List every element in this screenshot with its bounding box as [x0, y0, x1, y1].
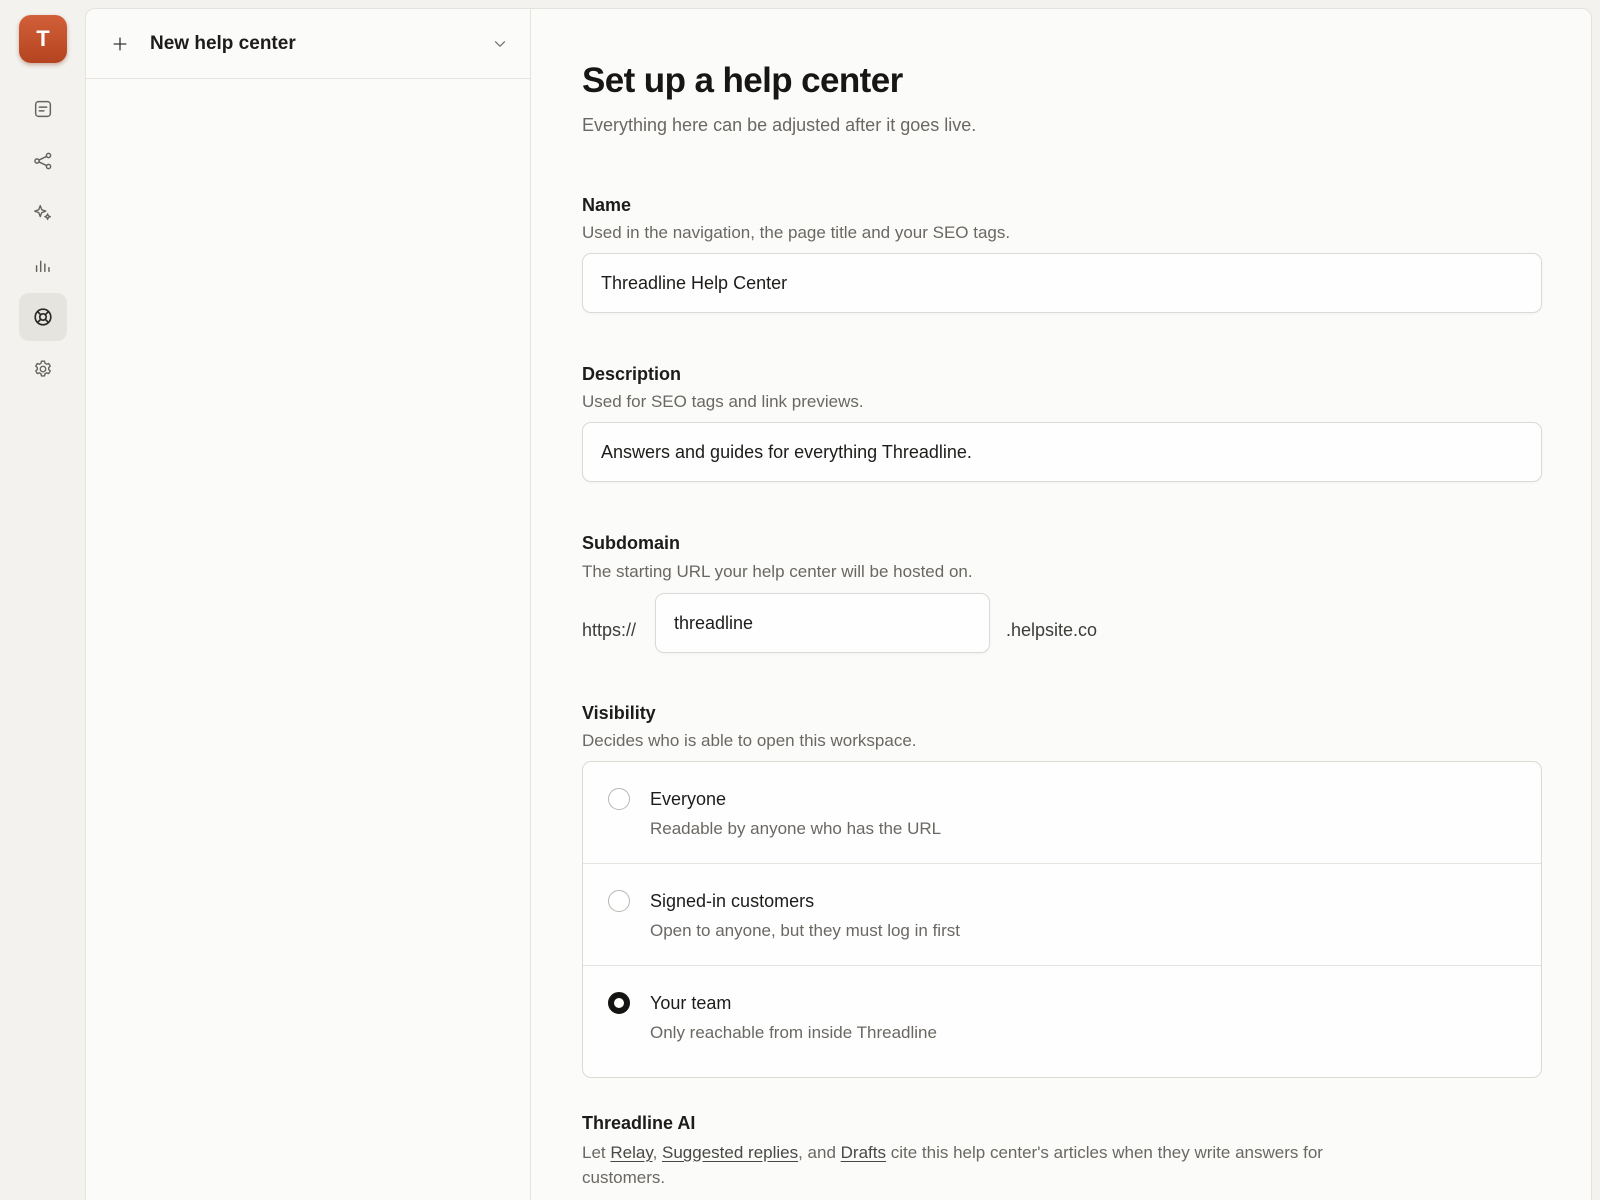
lifebuoy-icon: [34, 308, 52, 326]
document-icon: [34, 100, 52, 118]
subdomain-prefix: https://: [582, 620, 637, 640]
gear-icon: [35, 360, 51, 377]
rail-item-help-center[interactable]: [19, 293, 67, 341]
visibility-label: Visibility: [582, 703, 656, 723]
app-window: T New help center Set up a help center E…: [0, 0, 1600, 1200]
visibility-option-signed-in[interactable]: Signed-in customers Open to anyone, but …: [583, 864, 1541, 966]
rail-item-articles[interactable]: [19, 85, 67, 133]
visibility-radio-everyone[interactable]: [608, 788, 630, 810]
sparkles-icon: [34, 204, 52, 221]
description-label: Description: [582, 364, 682, 384]
visibility-options: Everyone Readable by anyone who has the …: [582, 761, 1542, 1078]
ai-label: Threadline AI: [582, 1113, 696, 1133]
subdomain-field[interactable]: [655, 593, 990, 653]
visibility-hint: Decides who is able to open this workspa…: [582, 731, 917, 750]
relay-link[interactable]: Relay: [610, 1143, 652, 1162]
option-description: Readable by anyone who has the URL: [650, 819, 942, 838]
visibility-radio-signed-in[interactable]: [608, 890, 630, 912]
share-icon: [34, 152, 52, 170]
icon-rail: T: [0, 0, 86, 1200]
name-field[interactable]: [582, 253, 1542, 313]
name-hint: Used in the navigation, the page title a…: [582, 223, 1011, 242]
page-title: Set up a help center: [582, 61, 903, 100]
visibility-radio-your-team[interactable]: [608, 992, 630, 1014]
rail-item-ai[interactable]: [19, 189, 67, 237]
help-center-list-panel: New help center: [85, 8, 531, 1200]
description-field[interactable]: [582, 422, 1542, 482]
ai-text-sep1: ,: [652, 1143, 663, 1162]
chevron-down-icon[interactable]: [491, 35, 509, 53]
plus-icon[interactable]: [110, 34, 130, 54]
option-description: Open to anyone, but they must log in fir…: [650, 921, 960, 940]
option-title: Your team: [650, 993, 732, 1013]
ai-text-sep2: , and: [798, 1143, 841, 1162]
bar-chart-icon: [35, 260, 50, 273]
visibility-option-everyone[interactable]: Everyone Readable by anyone who has the …: [583, 762, 1541, 864]
rail-item-settings[interactable]: [19, 345, 67, 393]
option-description: Only reachable from inside Threadline: [650, 1023, 937, 1042]
name-label: Name: [582, 195, 632, 215]
drafts-link[interactable]: Drafts: [841, 1143, 886, 1162]
visibility-option-your-team[interactable]: Your team Only reachable from inside Thr…: [583, 966, 1541, 1077]
workspace-logo-letter: T: [36, 26, 50, 51]
subdomain-suffix: .helpsite.co: [1006, 620, 1098, 640]
option-title: Signed-in customers: [650, 891, 815, 911]
ai-text-before: Let: [582, 1143, 611, 1162]
help-center-switcher[interactable]: New help center: [86, 9, 531, 79]
suggested-replies-link[interactable]: Suggested replies: [662, 1143, 798, 1162]
description-hint: Used for SEO tags and link previews.: [582, 392, 864, 411]
option-title: Everyone: [650, 789, 727, 809]
page-subtitle: Everything here can be adjusted after it…: [582, 115, 977, 135]
workspace-logo[interactable]: T: [19, 15, 67, 63]
subdomain-label: Subdomain: [582, 533, 680, 553]
setup-form-panel: Set up a help center Everything here can…: [530, 8, 1592, 1200]
ai-description: Let Relay, Suggested replies, and Drafts…: [582, 1140, 1372, 1190]
rail-item-workflows[interactable]: [19, 137, 67, 185]
subdomain-hint: The starting URL your help center will b…: [582, 562, 973, 581]
rail-item-reports[interactable]: [19, 241, 67, 289]
help-center-switcher-label: New help center: [150, 32, 296, 54]
